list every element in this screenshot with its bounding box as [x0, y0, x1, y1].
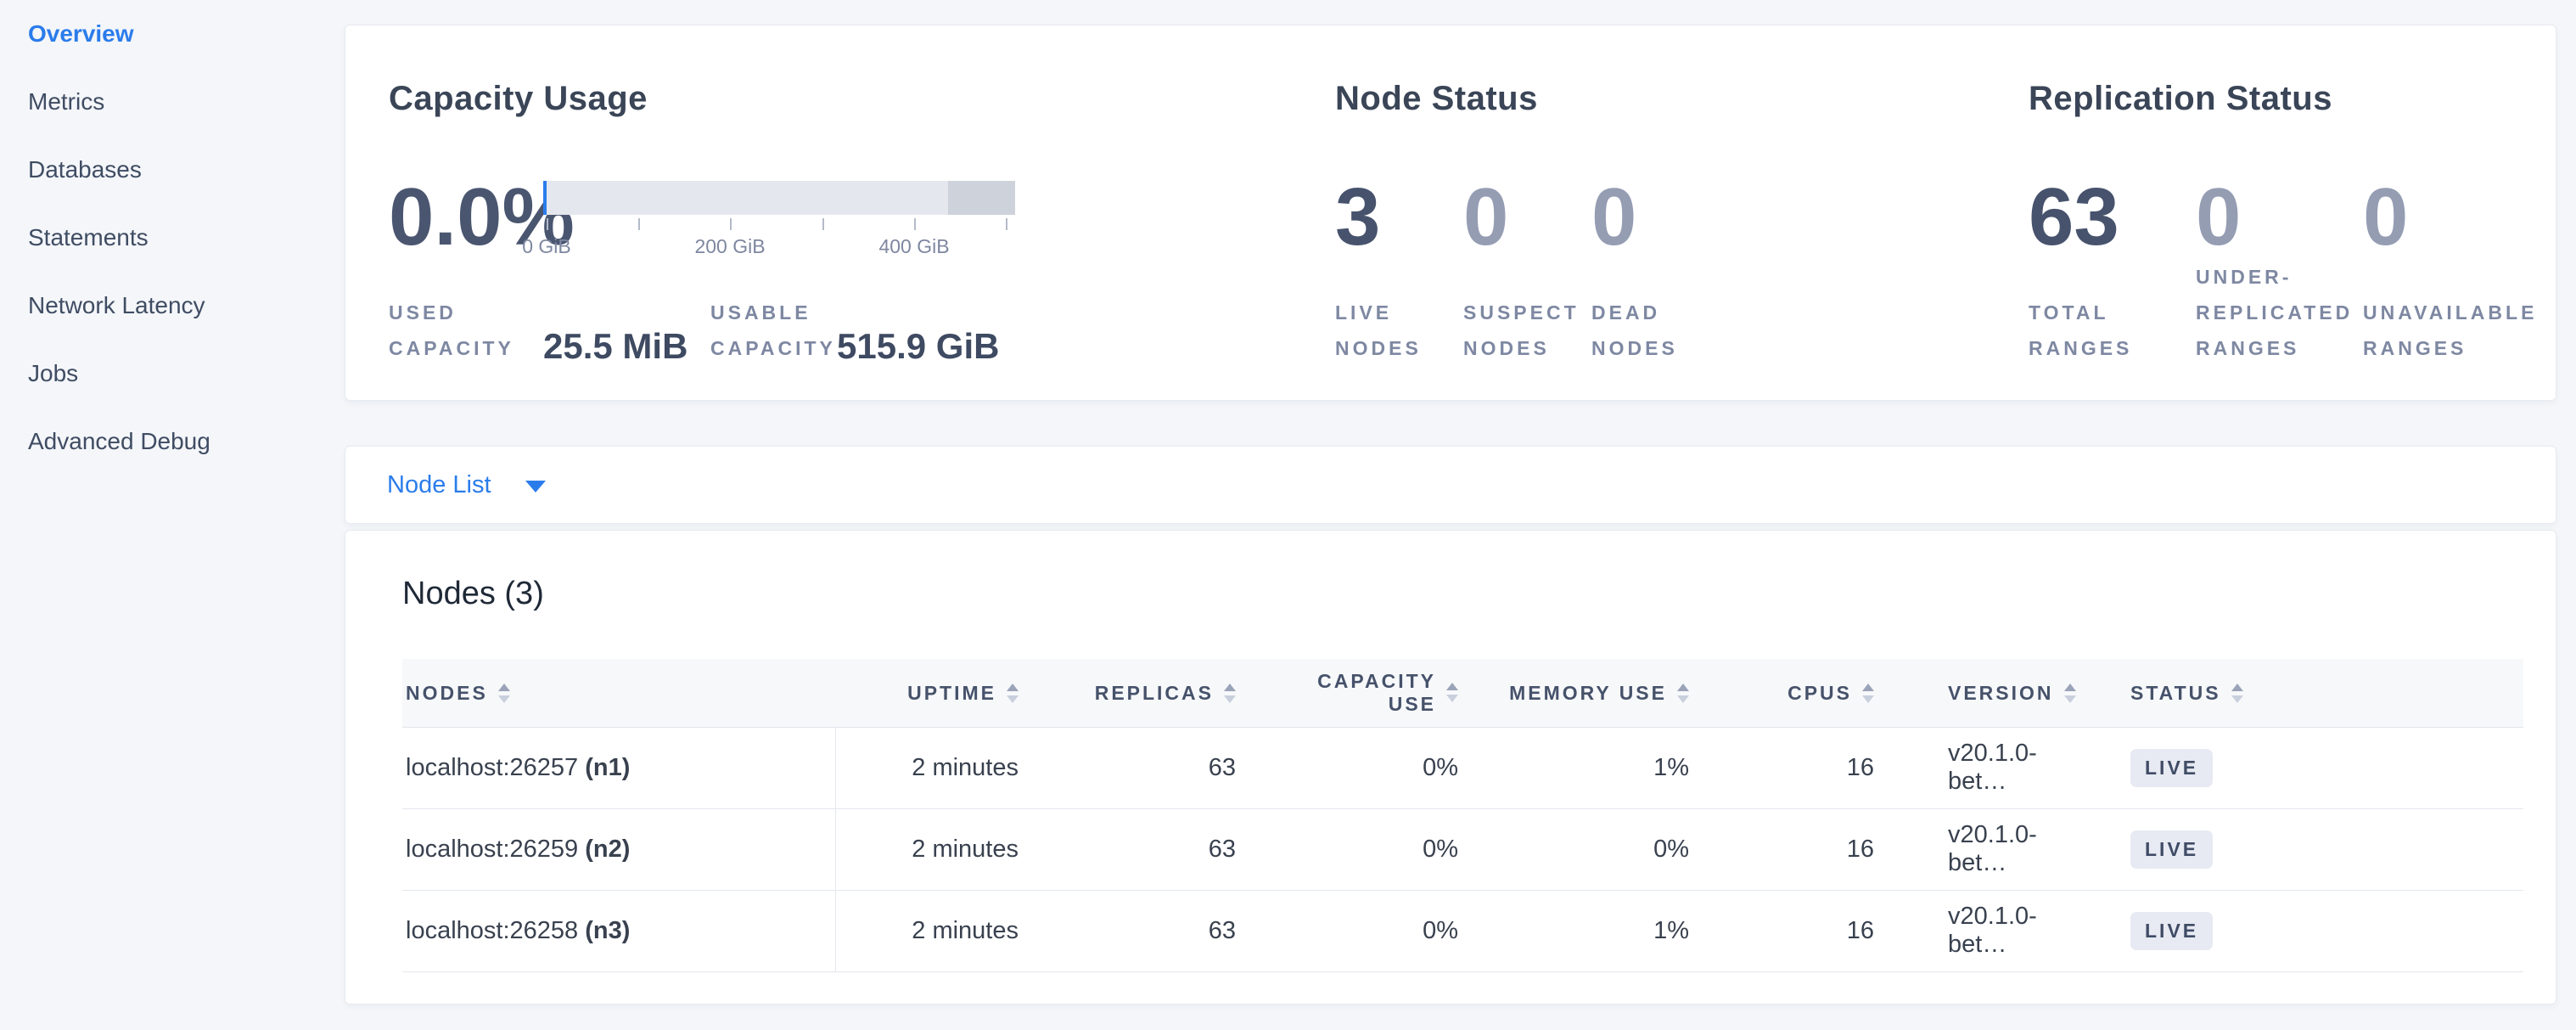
node-status-title: Node Status	[1335, 80, 1538, 118]
status-cell: LIVE	[2071, 890, 2523, 971]
axis-tick-label: 200 GiB	[694, 235, 765, 258]
suspect-nodes-count: 0	[1463, 175, 1591, 261]
under-replicated-ranges-count: 0	[2196, 175, 2363, 261]
sort-arrows-icon	[498, 684, 510, 703]
column-header-cpus[interactable]: CPUS	[1706, 659, 1891, 727]
uptime-cell: 2 minutes	[835, 890, 1035, 971]
column-header-uptime[interactable]: UPTIME	[835, 659, 1035, 727]
cpus-cell: 16	[1706, 727, 1891, 808]
sort-arrows-icon	[1007, 684, 1019, 703]
total-ranges-label: TOTAL RANGES	[2029, 295, 2196, 366]
table-row: localhost:26257 (n1) 2 minutes 63 0% 1% …	[402, 727, 2523, 808]
status-badge: LIVE	[2130, 912, 2213, 950]
node-address-cell[interactable]: localhost:26257 (n1)	[402, 727, 835, 808]
under-replicated-ranges-label: UNDER- REPLICATED RANGES	[2196, 259, 2363, 366]
node-status-labels: LIVE NODES SUSPECT NODES DEAD NODES	[1335, 295, 1720, 366]
column-header-status[interactable]: STATUS	[2071, 659, 2523, 727]
cpus-cell: 16	[1706, 808, 1891, 890]
sort-arrows-icon	[1862, 684, 1874, 703]
version-cell: v20.1.0-bet…	[1891, 890, 2071, 971]
sidebar-item-metrics[interactable]: Metrics	[0, 68, 345, 136]
node-list-dropdown[interactable]: Node List	[345, 446, 2556, 524]
column-header-capacity-use[interactable]: CAPACITY USE	[1253, 659, 1475, 727]
status-badge: LIVE	[2130, 830, 2213, 869]
sidebar-item-network-latency[interactable]: Network Latency	[0, 272, 345, 340]
total-ranges-count: 63	[2029, 175, 2196, 261]
live-nodes-label: LIVE NODES	[1335, 295, 1463, 366]
node-address-cell[interactable]: localhost:26258 (n3)	[402, 890, 835, 971]
sidebar-item-advanced-debug[interactable]: Advanced Debug	[0, 408, 345, 476]
version-cell: v20.1.0-bet…	[1891, 808, 2071, 890]
sidebar: Overview Metrics Databases Statements Ne…	[0, 0, 345, 476]
axis-tick-label: 400 GiB	[878, 235, 949, 258]
live-nodes-count: 3	[1335, 175, 1463, 261]
uptime-cell: 2 minutes	[835, 808, 1035, 890]
status-cell: LIVE	[2071, 808, 2523, 890]
unavailable-ranges-label: UNAVAILABLE RANGES	[2363, 295, 2530, 366]
column-header-replicas[interactable]: REPLICAS	[1035, 659, 1253, 727]
usable-capacity-value: 515.9 GiB	[837, 327, 999, 366]
status-cell: LIVE	[2071, 727, 2523, 808]
nodes-table: NODES UPTIME REPLICAS CAPACITY USE MEMOR…	[402, 659, 2523, 972]
capacity-use-cell: 0%	[1253, 890, 1475, 971]
sort-arrows-icon	[1677, 684, 1689, 703]
column-header-memory-use[interactable]: MEMORY USE	[1475, 659, 1706, 727]
capacity-axis-labels: 0 GiB 200 GiB 400 GiB	[543, 235, 1019, 261]
dead-nodes-label: DEAD NODES	[1591, 295, 1720, 366]
capacity-bar-used-segment	[543, 181, 547, 215]
sidebar-item-jobs[interactable]: Jobs	[0, 340, 345, 408]
sidebar-item-statements[interactable]: Statements	[0, 204, 345, 272]
status-badge: LIVE	[2130, 749, 2213, 787]
column-header-nodes[interactable]: NODES	[402, 659, 835, 727]
column-header-version[interactable]: VERSION	[1891, 659, 2071, 727]
used-capacity-label: USED CAPACITY	[389, 295, 543, 366]
replicas-cell: 63	[1035, 890, 1253, 971]
replication-status-title: Replication Status	[2029, 80, 2332, 118]
replicas-cell: 63	[1035, 727, 1253, 808]
dead-nodes-count: 0	[1591, 175, 1720, 261]
used-capacity-value: 25.5 MiB	[543, 327, 710, 366]
sort-arrows-icon	[2231, 684, 2243, 703]
capacity-axis-ticks	[543, 218, 1019, 230]
capacity-use-cell: 0%	[1253, 808, 1475, 890]
uptime-cell: 2 minutes	[835, 727, 1035, 808]
memory-use-cell: 1%	[1475, 890, 1706, 971]
memory-use-cell: 1%	[1475, 727, 1706, 808]
capacity-use-cell: 0%	[1253, 727, 1475, 808]
nodes-section-title: Nodes (3)	[402, 573, 2522, 614]
table-row: localhost:26258 (n3) 2 minutes 63 0% 1% …	[402, 890, 2523, 971]
cpus-cell: 16	[1706, 890, 1891, 971]
replicas-cell: 63	[1035, 808, 1253, 890]
sort-arrows-icon	[1446, 683, 1458, 702]
capacity-bar-reserved-segment	[948, 181, 1015, 215]
node-status-numbers: 3 0 0	[1335, 175, 1720, 261]
suspect-nodes-label: SUSPECT NODES	[1463, 295, 1591, 366]
sidebar-item-databases[interactable]: Databases	[0, 136, 345, 204]
version-cell: v20.1.0-bet…	[1891, 727, 2071, 808]
nodes-table-card: Nodes (3) NODES UPTIME REPLICAS CAPACITY…	[345, 530, 2556, 1005]
replication-numbers: 63 0 0	[2029, 175, 2530, 261]
chevron-down-icon	[525, 481, 546, 492]
table-row: localhost:26259 (n2) 2 minutes 63 0% 0% …	[402, 808, 2523, 890]
replication-labels: TOTAL RANGES UNDER- REPLICATED RANGES UN…	[2029, 259, 2530, 366]
sort-arrows-icon	[1224, 684, 1236, 703]
memory-use-cell: 0%	[1475, 808, 1706, 890]
capacity-summary: USED CAPACITY 25.5 MiB USABLE CAPACITY 5…	[389, 295, 999, 366]
sidebar-item-overview[interactable]: Overview	[0, 0, 345, 68]
sort-arrows-icon	[2064, 684, 2076, 703]
capacity-usage-title: Capacity Usage	[389, 80, 648, 118]
axis-tick-label: 0 GiB	[522, 235, 571, 258]
capacity-bar-chart	[543, 181, 1015, 215]
table-header-row: NODES UPTIME REPLICAS CAPACITY USE MEMOR…	[402, 659, 2523, 727]
unavailable-ranges-count: 0	[2363, 175, 2530, 261]
node-address-cell[interactable]: localhost:26259 (n2)	[402, 808, 835, 890]
node-list-dropdown-label: Node List	[387, 471, 491, 499]
cluster-overview-card: Capacity Usage 0.0% 0 GiB 200 GiB 400 Gi…	[345, 25, 2556, 401]
main-content: Capacity Usage 0.0% 0 GiB 200 GiB 400 Gi…	[345, 0, 2556, 1005]
usable-capacity-label: USABLE CAPACITY	[710, 295, 837, 366]
